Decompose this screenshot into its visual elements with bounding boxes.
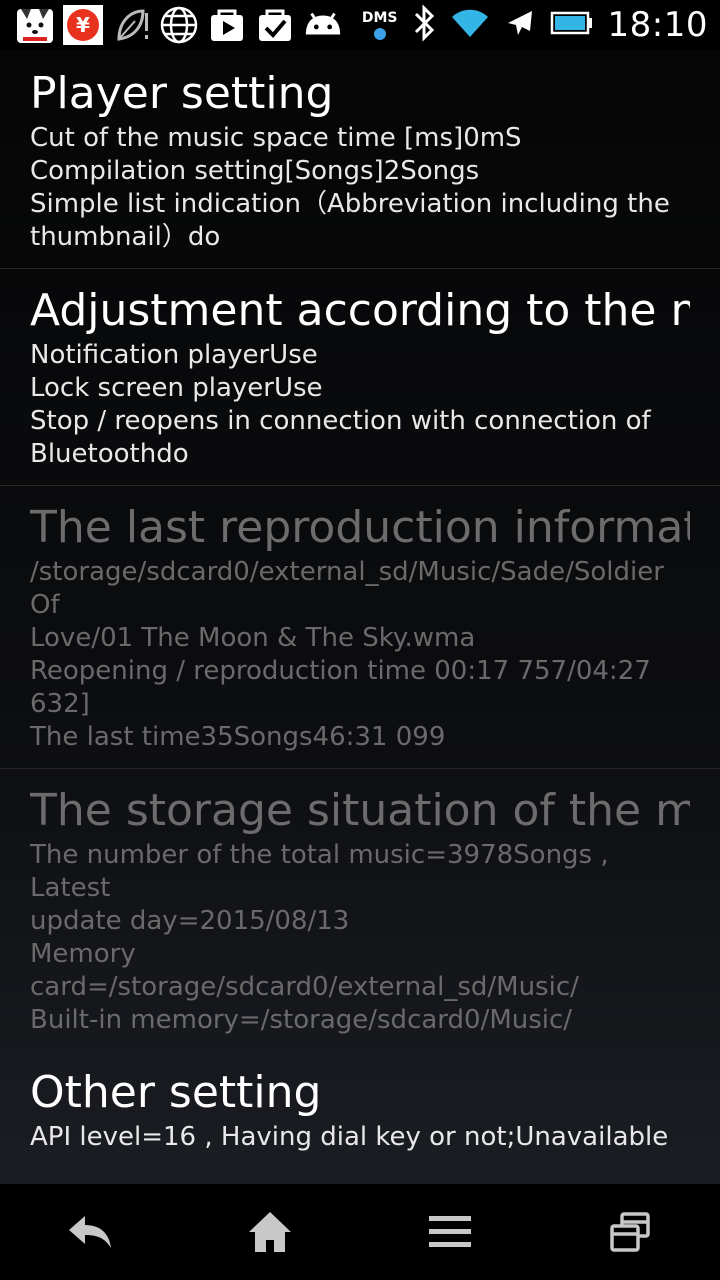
status-bar: ¥ DMS 18:10 [0, 0, 720, 50]
player-setting-section[interactable]: Player setting Cut of the music space ti… [0, 50, 720, 269]
home-icon [249, 1212, 291, 1252]
clock: 18:10 [607, 5, 708, 45]
globe-icon [158, 4, 200, 46]
section-line: Memory card=/storage/sdcard0/external_sd… [30, 939, 579, 1002]
battery-icon [550, 11, 594, 39]
dms-label: DMS [361, 10, 398, 26]
section-line: Built-in memory=/storage/sdcard0/Music/ [30, 1005, 573, 1035]
other-setting-section[interactable]: Other setting API level=16 , Having dial… [0, 1051, 720, 1168]
back-button[interactable] [40, 1192, 140, 1272]
dms-indicator: DMS [362, 10, 398, 40]
settings-list: Player setting Cut of the music space ti… [0, 50, 720, 1168]
yen-app-icon: ¥ [62, 4, 104, 46]
section-line: The number of the total music=3978Songs … [30, 840, 609, 903]
menu-button[interactable] [400, 1192, 500, 1272]
section-line: Reopening / reproduction time 00:17 757/… [30, 656, 651, 719]
section-line: update day=2015/08/13 [30, 906, 350, 936]
section-line: /storage/sdcard0/external_sd/Music/Sade/… [30, 557, 664, 620]
dms-dot-icon [373, 28, 386, 40]
section-line: Compilation setting[Songs]2Songs [30, 156, 480, 186]
section-title: Other setting [30, 1067, 322, 1118]
svg-text:¥: ¥ [76, 13, 90, 37]
dog-mascot-icon [14, 4, 56, 46]
section-line: The last time35Songs46:31 099 [30, 722, 446, 752]
section-line: API level=16 , Having dial key or not;Un… [30, 1122, 669, 1152]
section-line: Stop / reopens in connection with connec… [30, 406, 651, 436]
menu-icon [429, 1216, 471, 1247]
play-store-icon [206, 4, 248, 46]
notification-icons: ¥ [0, 4, 344, 46]
section-line: Notification playerUse [30, 340, 318, 370]
android-icon [302, 4, 344, 46]
airplane-icon [504, 7, 536, 43]
recent-apps-icon [610, 1212, 650, 1252]
leaf-icon [110, 4, 152, 46]
section-line: Cut of the music space time [ms]0mS [30, 123, 522, 153]
section-line: thumbnail）do [30, 222, 221, 252]
section-title: Adjustment according to the mode [30, 285, 690, 336]
task-check-icon [254, 4, 296, 46]
mode-adjustment-section[interactable]: Adjustment according to the mode Notific… [0, 269, 720, 486]
section-line: Simple list indication（Abbreviation incl… [30, 189, 670, 219]
bluetooth-icon [412, 4, 436, 46]
section-line: Bluetoothdo [30, 439, 189, 469]
recent-apps-button[interactable] [580, 1192, 680, 1272]
section-title: The storage situation of the music [30, 785, 690, 836]
system-status-icons: DMS 18:10 [362, 4, 720, 46]
last-reproduction-section: The last reproduction information /stora… [0, 486, 720, 769]
section-line: Love/01 The Moon & The Sky.wma [30, 623, 476, 653]
section-title: The last reproduction information [30, 502, 690, 553]
back-icon [69, 1216, 111, 1248]
home-button[interactable] [220, 1192, 320, 1272]
section-title: Player setting [30, 68, 334, 119]
storage-situation-section: The storage situation of the music The n… [0, 769, 720, 1051]
wifi-icon [450, 7, 490, 43]
section-line: Lock screen playerUse [30, 373, 323, 403]
navigation-bar [0, 1184, 720, 1280]
